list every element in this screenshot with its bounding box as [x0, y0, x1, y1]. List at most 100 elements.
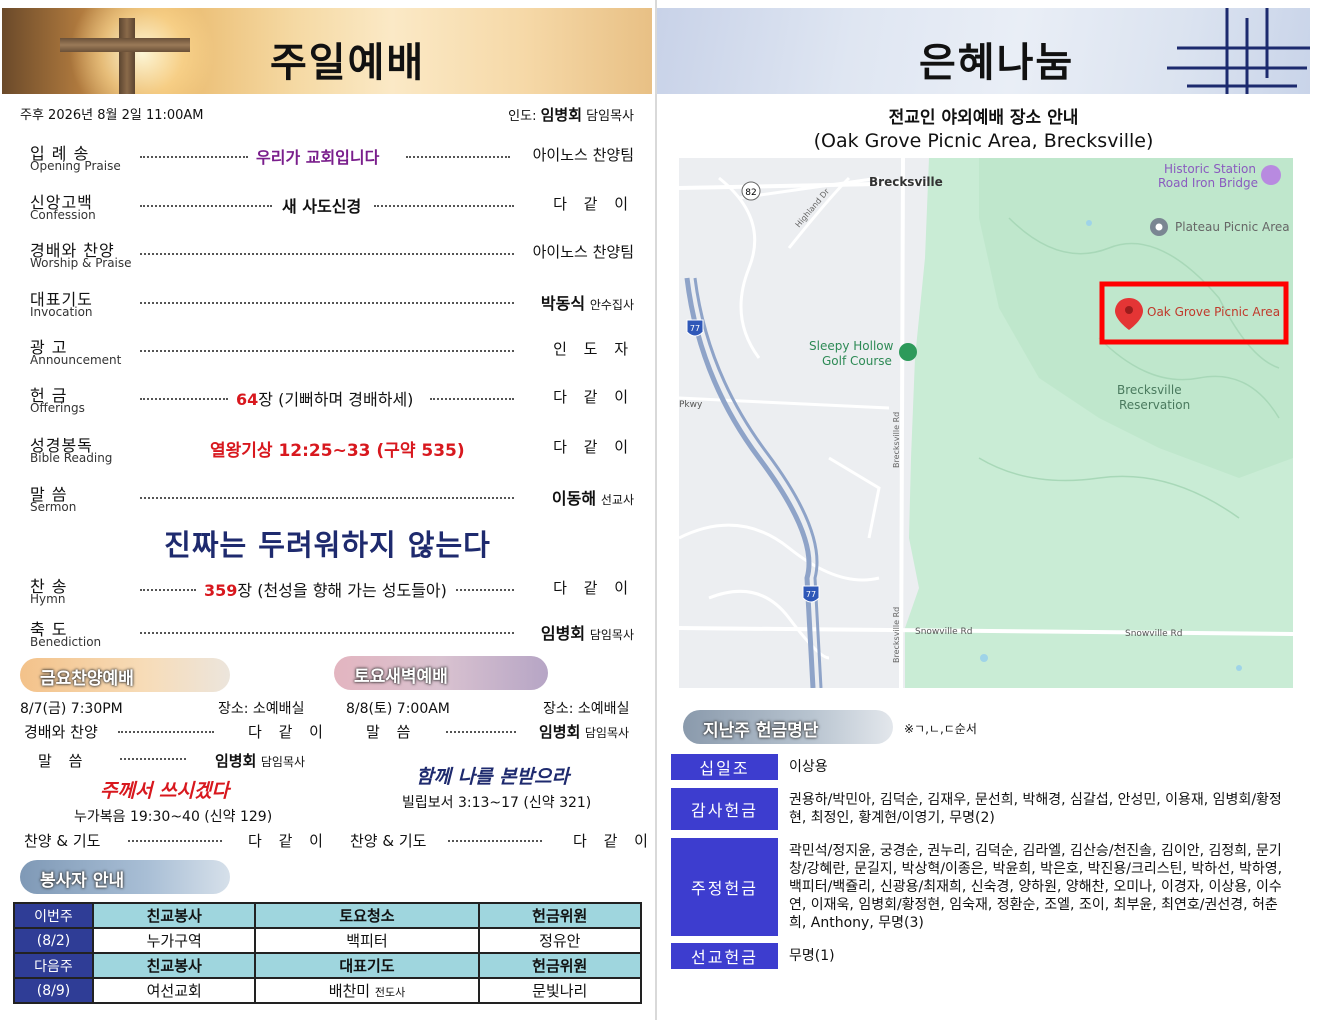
order-label-en: Opening Praise: [30, 159, 121, 173]
preacher-name: 임병회: [215, 752, 257, 770]
service-leader: 인도: 임병회 담임목사: [508, 104, 634, 125]
hymn-title: 장 (기뻐하며 경배하세): [258, 390, 414, 409]
next-week-date: (8/9): [13, 977, 94, 1004]
service-date: 주후 2026년 8월 2일 11:00AM: [20, 108, 204, 123]
performer-role: 담임목사: [589, 628, 634, 642]
offering-names: 곽민석/정지윤, 궁경순, 권누리, 김덕순, 김라엘, 김산승/천진솔, 김이…: [789, 843, 1283, 931]
leader-dots: [118, 725, 214, 733]
route-82-label: 82: [745, 188, 756, 198]
prayer-volunteer-role: 전도사: [374, 986, 406, 999]
volunteer-table: 이번주 친교봉사 토요청소 헌금위원 (8/2) 누가구역 백피터 정유안 다음…: [13, 902, 643, 1004]
hymn-number: 359: [204, 581, 238, 600]
order-row-opening: 입 례 송 Opening Praise 우리가 교회입니다 아이노스 찬양팀: [30, 140, 634, 180]
sermon-title: 진짜는 두려워하지 않는다: [164, 528, 491, 562]
friday-preacher: 임병회 담임목사: [215, 750, 305, 771]
leader-dots: [140, 626, 514, 634]
order-performer: 아이노스 찬양팀: [532, 243, 634, 261]
map-label-reservation: Brecksville: [1117, 383, 1182, 397]
cross-icon-bar: [60, 38, 190, 52]
preacher-name: 임병회: [539, 723, 581, 741]
saturday-service-badge: 토요새벽예배: [334, 656, 548, 690]
offering-category: 선교헌금: [671, 943, 778, 969]
offering-list-badge: 지난주 헌금명단: [683, 710, 893, 744]
offering-names: 이상용: [789, 759, 828, 775]
order-row-worship: 경배와 찬양 Worship & Praise 아이노스 찬양팀: [30, 237, 634, 277]
map-label-pkwy: Pkwy: [679, 400, 703, 410]
leader-dots: [140, 392, 228, 400]
leader-dots: [456, 583, 514, 591]
order-label-en: Worship & Praise: [30, 256, 132, 270]
leader-dots: [374, 199, 514, 207]
order-performer: 다 같 이: [553, 388, 634, 406]
page-title: 은혜나눔: [919, 39, 1075, 86]
table-header: 헌금위원: [477, 952, 643, 979]
sharing-header: 은혜나눔: [657, 8, 1310, 94]
cross-icon: [119, 18, 135, 94]
saturday-preacher: 임병회 담임목사: [539, 721, 629, 742]
map-label-oak-grove: Oak Grove Picnic Area: [1147, 305, 1280, 319]
service-info-line: 주후 2026년 8월 2일 11:00AM 인도: 임병회 담임목사: [20, 104, 634, 125]
order-row-offering: 헌 금 Offerings 64장 (기뻐하며 경배하세) 다 같 이: [30, 382, 634, 422]
map-label-snowville: Snowville Rd: [915, 627, 972, 637]
offering-category: 주정헌금: [671, 838, 778, 936]
friday-place: 장소: 소예배실: [218, 701, 305, 717]
leader-dots: [120, 752, 186, 760]
closing-hymn: 359장 (천성을 향해 가는 성도들아): [204, 577, 447, 601]
creed-name: 새 사도신경: [282, 197, 362, 216]
friday-worship-performer: 다 같 이: [248, 723, 329, 741]
scripture-reference: 열왕기상 12:25~33 (구약 535): [210, 441, 465, 461]
table-cell: 정유안: [477, 927, 643, 954]
offering-hymn: 64장 (기뻐하며 경배하세): [236, 386, 413, 410]
order-label-en: Confession: [30, 208, 96, 222]
table-header: 친교봉사: [91, 902, 257, 929]
map-label-brecksville-rd-south: Brecksville Rd: [892, 607, 901, 663]
saturday-sermon-title: 함께 나를 본받으라: [416, 766, 570, 788]
offering-names: 권용하/박민아, 김덕순, 김재우, 문선희, 박해경, 심갈섭, 안성민, 이…: [789, 792, 1282, 826]
map-label-plateau: Plateau Picnic Area: [1175, 220, 1290, 234]
table-cell: 여선교회: [91, 977, 257, 1004]
leader-dots: [128, 834, 222, 842]
map-label-brecksville-rd: Brecksville Rd: [892, 412, 901, 468]
table-row: (8/9) 여선교회 배찬미 전도사 문빛나리: [13, 977, 643, 1004]
performer-role: 안수집사: [589, 298, 634, 312]
performer-name: 이동해: [551, 489, 597, 508]
performer-role: 선교사: [600, 493, 634, 507]
order-performer: 이동해 선교사: [552, 485, 634, 509]
table-row: 이번주 친교봉사 토요청소 헌금위원: [13, 902, 643, 929]
landmark-icon: [1261, 165, 1281, 185]
location-map[interactable]: 82 77 77 Brecksville Highland Dr Pkwy Br…: [679, 158, 1293, 688]
map-label-reservation-2: Reservation: [1119, 398, 1190, 412]
table-row: 다음주 친교봉사 대표기도 헌금위원: [13, 952, 643, 979]
offering-category: 십일조: [671, 754, 778, 780]
table-row: (8/2) 누가구역 백피터 정유안: [13, 927, 643, 954]
table-header: 친교봉사: [91, 952, 257, 979]
leader-dots: [140, 150, 248, 158]
saturday-prayer-label: 찬양 & 기도: [350, 832, 427, 850]
order-label-en: Hymn: [30, 592, 66, 606]
order-label-en: Invocation: [30, 305, 93, 319]
next-week-label: 다음주: [13, 952, 94, 979]
this-week-label: 이번주: [13, 902, 94, 929]
order-label-en: Announcement: [30, 353, 122, 367]
sunday-worship-header: 주일예배: [2, 8, 652, 94]
prayer-volunteer: 배찬미: [328, 982, 371, 1000]
order-performer: 임병회 담임목사: [541, 620, 634, 644]
opening-song: 우리가 교회입니다: [256, 148, 380, 167]
order-label-en: Offerings: [30, 401, 85, 415]
order-row-benediction: 축 도 Benediction 임병회 담임목사: [30, 616, 634, 656]
volunteer-badge: 봉사자 안내: [20, 860, 230, 894]
friday-worship-label: 경배와 찬양: [24, 723, 98, 741]
order-label-en: Benediction: [30, 635, 102, 649]
table-cell: 배찬미 전도사: [254, 977, 480, 1004]
saturday-date: 8/8(토) 7:00AM: [346, 701, 450, 717]
right-page: 은혜나눔 전교인 야외예배 장소 안내 (Oak Grove Picnic Ar…: [657, 0, 1320, 1020]
interstate-77-label: 77: [690, 324, 700, 333]
leader-dots: [446, 725, 516, 733]
saturday-sermon-label: 말 씀: [366, 723, 417, 741]
order-row-hymn: 찬 송 Hymn 359장 (천성을 향해 가는 성도들아) 다 같 이: [30, 573, 634, 613]
saturday-prayer-performer: 다 같 이: [573, 832, 654, 850]
friday-prayer-performer: 다 같 이: [248, 832, 329, 850]
performer-name: 박동식: [540, 294, 586, 313]
saturday-scripture: 빌립보서 3:13~17 (신약 321): [402, 795, 592, 811]
table-header: 헌금위원: [477, 902, 643, 929]
